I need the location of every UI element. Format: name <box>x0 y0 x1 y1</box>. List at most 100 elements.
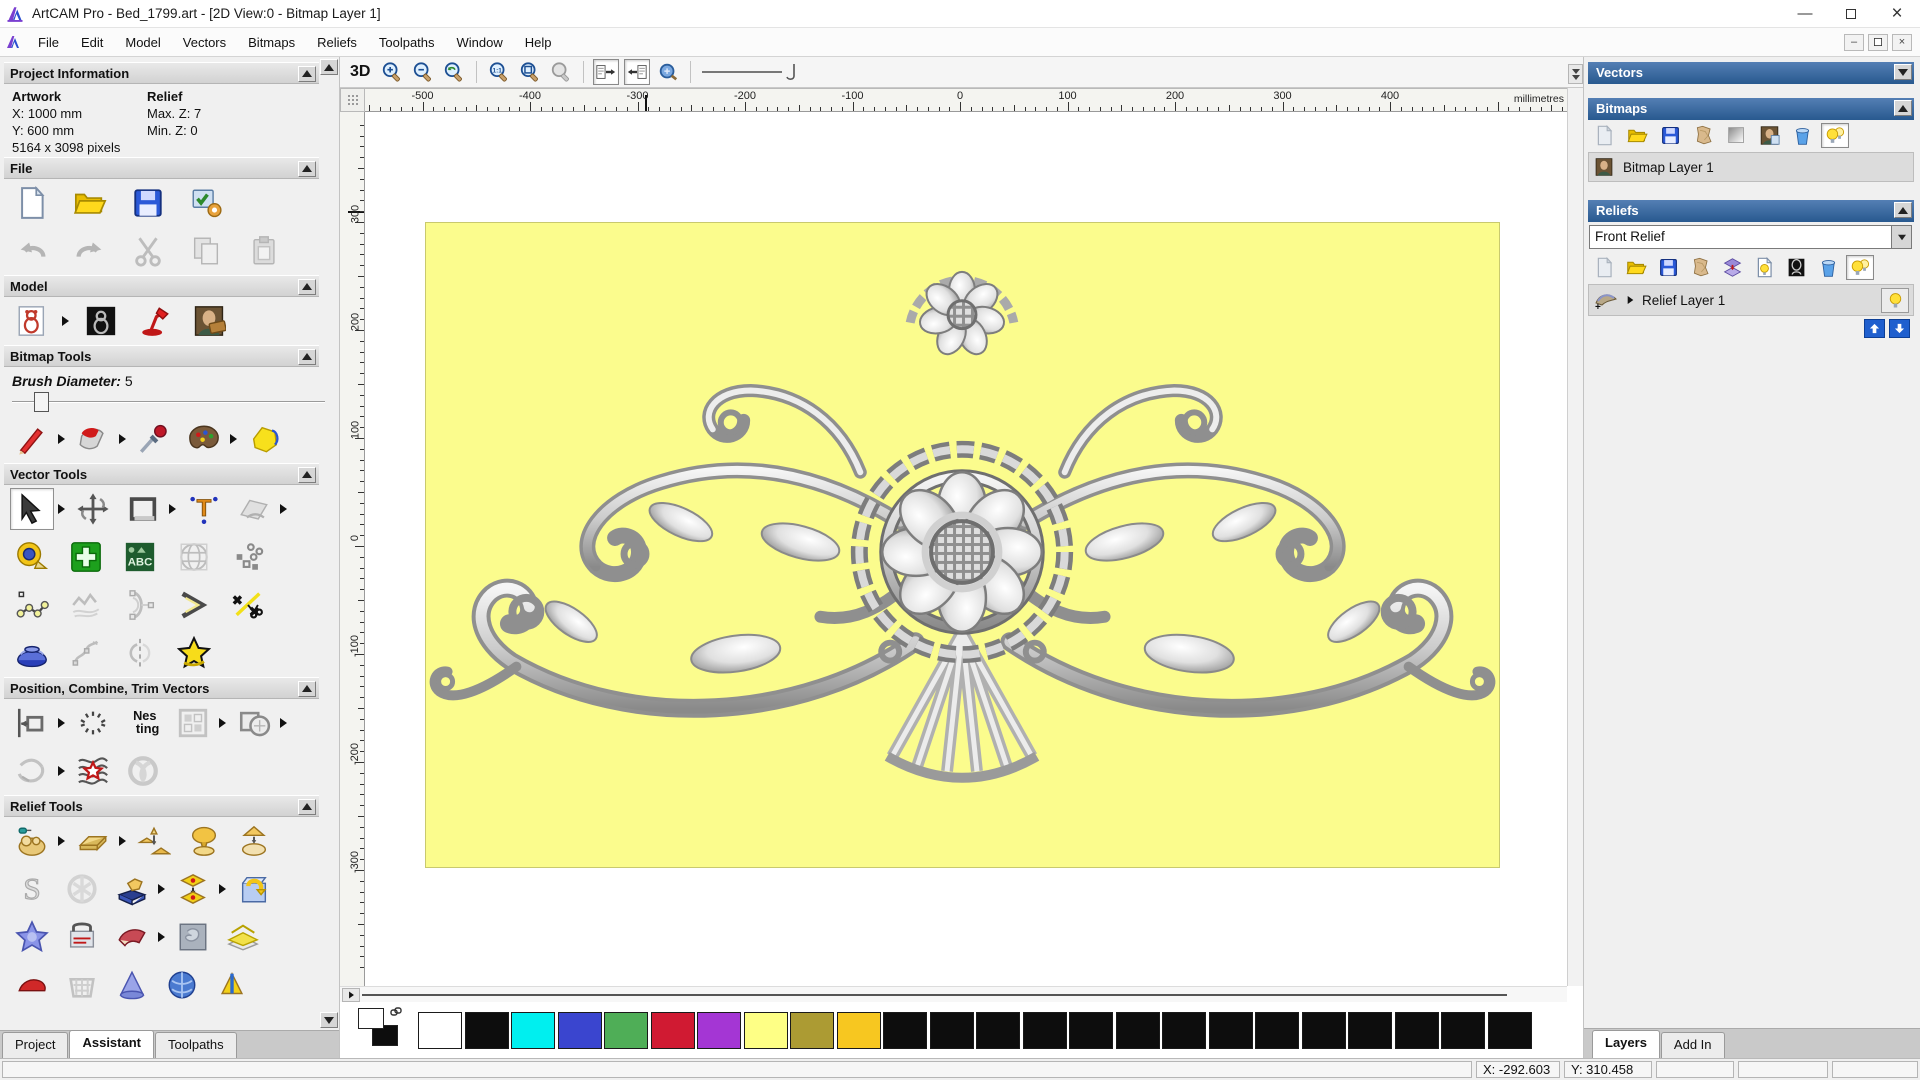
merge-bitmap-button[interactable] <box>1689 123 1717 148</box>
sphere-texture-button[interactable] <box>160 964 204 1006</box>
save-relief-button[interactable] <box>1654 255 1682 280</box>
redo-button[interactable] <box>68 230 112 272</box>
mirror-vectors-button[interactable] <box>118 632 162 674</box>
freehand-draw-button[interactable] <box>64 584 108 626</box>
palette-colour-6[interactable] <box>697 1011 741 1049</box>
relief-from-image-button[interactable] <box>110 868 154 910</box>
palette-colour-1[interactable] <box>464 1011 509 1049</box>
close-button[interactable]: × <box>1874 0 1920 27</box>
horizontal-scroll-thumb[interactable] <box>362 993 1507 996</box>
offset-relief-button[interactable] <box>171 868 215 910</box>
horizontal-scrollbar[interactable] <box>340 986 1567 1002</box>
image-to-model-button[interactable] <box>187 300 231 342</box>
star-relief-button[interactable] <box>10 916 54 958</box>
emboss-block-button[interactable] <box>60 916 104 958</box>
align-vectors-button[interactable] <box>10 702 54 744</box>
red-relief-button[interactable] <box>10 964 54 1006</box>
new-bitmap-layer-button[interactable] <box>1590 123 1618 148</box>
texture-relief-button[interactable] <box>171 916 215 958</box>
create-polyline-button[interactable] <box>10 584 54 626</box>
palette-colour-16[interactable] <box>1162 1011 1206 1049</box>
tab-assistant[interactable]: Assistant <box>69 1030 154 1058</box>
flood-fill-button[interactable] <box>71 418 115 460</box>
expand-layer-icon[interactable] <box>1627 296 1634 304</box>
shape-dome-button[interactable] <box>182 820 226 862</box>
snap-points-button[interactable] <box>226 536 270 578</box>
sketch-model-button[interactable] <box>10 300 54 342</box>
cut-button[interactable] <box>126 230 170 272</box>
mdi-minimize-button[interactable]: ‒ <box>1844 33 1864 51</box>
merge-relief-button[interactable] <box>1686 255 1714 280</box>
trim-flyout[interactable] <box>58 766 65 776</box>
toggle-vector-view-button[interactable] <box>624 59 651 85</box>
menu-edit[interactable]: Edit <box>70 31 114 54</box>
zoom-previous-button[interactable] <box>441 59 467 85</box>
merge-reliefs-button[interactable] <box>132 820 176 862</box>
bitmap-model-button[interactable] <box>79 300 123 342</box>
palette-colour-8[interactable] <box>790 1011 834 1049</box>
copy-bitmap-layer-button[interactable] <box>1755 123 1783 148</box>
palette-colour-5[interactable] <box>650 1011 695 1049</box>
palette-colour-4[interactable] <box>604 1011 648 1049</box>
text-on-curve-button[interactable] <box>71 702 115 744</box>
slice-relief-button[interactable] <box>110 916 154 958</box>
menu-reliefs[interactable]: Reliefs <box>306 31 368 54</box>
relief-image-flyout[interactable] <box>158 884 165 894</box>
collapse-project-information-button[interactable] <box>298 65 316 82</box>
block-copy-button[interactable] <box>171 702 215 744</box>
palette-colour-17[interactable] <box>1208 1011 1253 1049</box>
mdi-close-button[interactable]: × <box>1892 33 1912 51</box>
render-model-button[interactable] <box>133 300 177 342</box>
move-layer-down-button[interactable] <box>1889 319 1910 338</box>
slider-thumb[interactable] <box>34 392 49 412</box>
toggle-bitmap-visibility-button[interactable] <box>1821 123 1849 148</box>
menu-toolpaths[interactable]: Toolpaths <box>368 31 446 54</box>
pan-view-button[interactable] <box>655 59 681 85</box>
menu-window[interactable]: Window <box>446 31 514 54</box>
save-bitmap-button[interactable] <box>1656 123 1684 148</box>
palette-colour-7[interactable] <box>743 1011 788 1049</box>
expand-vectors-button[interactable] <box>1894 64 1912 80</box>
envelope-flyout[interactable] <box>280 504 287 514</box>
basket-weave-button[interactable] <box>60 964 104 1006</box>
vertical-scrollbar[interactable] <box>1567 64 1583 986</box>
rectangle-flyout[interactable] <box>169 504 176 514</box>
palette-colour-11[interactable] <box>929 1011 974 1049</box>
two-rail-sweep-button[interactable] <box>210 964 254 1006</box>
paste-centre-button[interactable] <box>64 536 108 578</box>
collapse-file-button[interactable] <box>298 160 316 177</box>
mesh-creator-button[interactable] <box>172 536 216 578</box>
bitmap-layer-row[interactable]: Bitmap Layer 1 <box>1588 152 1914 182</box>
minimize-button[interactable]: — <box>1782 0 1828 27</box>
collapse-reliefs-button[interactable] <box>1894 202 1912 218</box>
brush-diameter-slider[interactable] <box>12 391 325 413</box>
align-flyout[interactable] <box>58 718 65 728</box>
bevel-tool-button[interactable] <box>172 584 216 626</box>
offset-flyout[interactable] <box>219 884 226 894</box>
select-flyout[interactable] <box>58 504 65 514</box>
gradient-button[interactable] <box>1722 123 1750 148</box>
view-3d-button[interactable]: 3D <box>350 63 370 81</box>
primary-secondary-colour-chip[interactable] <box>358 1007 404 1052</box>
zoom-object-button[interactable] <box>548 59 574 85</box>
relief-layer-visibility-button[interactable] <box>1881 287 1909 313</box>
zoom-in-button[interactable] <box>379 59 405 85</box>
open-relief-button[interactable] <box>1622 255 1650 280</box>
colour-palette-button[interactable] <box>182 418 226 460</box>
new-relief-layer-button[interactable] <box>1590 255 1618 280</box>
palette-flyout[interactable] <box>230 434 237 444</box>
mdi-restore-button[interactable] <box>1868 33 1888 51</box>
slice-flyout[interactable] <box>158 932 165 942</box>
tab-layers[interactable]: Layers <box>1592 1030 1660 1058</box>
palette-colour-9[interactable] <box>836 1011 881 1049</box>
smooth-flyout[interactable] <box>119 836 126 846</box>
weld-flyout[interactable] <box>280 718 287 728</box>
move-layer-up-button[interactable] <box>1864 319 1885 338</box>
measure-button[interactable] <box>10 536 54 578</box>
palette-colour-18[interactable] <box>1255 1011 1299 1049</box>
create-rectangle-button[interactable] <box>121 488 165 530</box>
nesting-button[interactable]: Nes ting <box>121 702 165 744</box>
menu-bitmaps[interactable]: Bitmaps <box>237 31 306 54</box>
undo-button[interactable] <box>10 230 54 272</box>
weld-vectors-button[interactable] <box>232 702 276 744</box>
